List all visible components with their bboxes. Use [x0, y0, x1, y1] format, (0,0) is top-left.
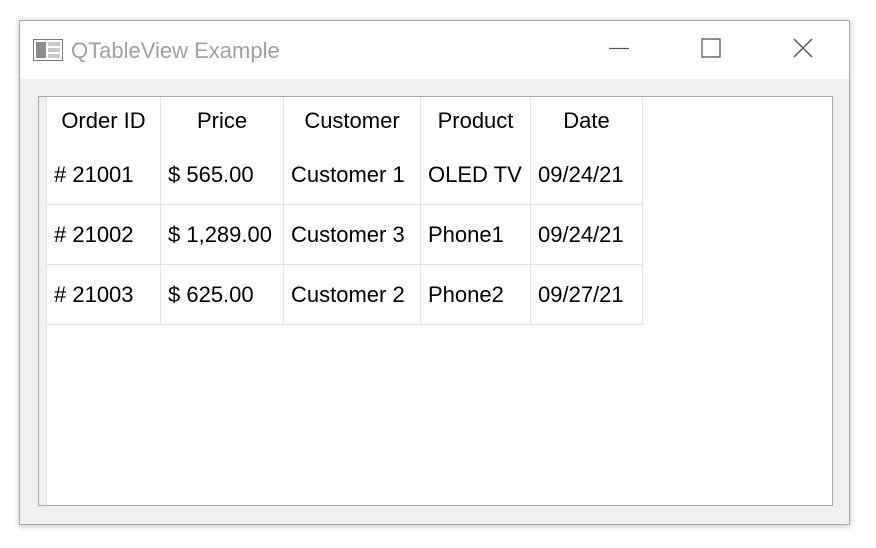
vertical-header[interactable] [39, 97, 47, 505]
window-title: QTableView Example [71, 38, 280, 63]
column-header-price[interactable]: Price [160, 97, 284, 145]
table-row[interactable]: # 21001 $ 565.00 Customer 1 OLED TV 09/2… [47, 145, 643, 205]
cell-price[interactable]: $ 565.00 [160, 145, 284, 205]
cell-price[interactable]: $ 1,289.00 [160, 204, 284, 265]
cell-order-id[interactable]: # 21002 [47, 204, 161, 265]
close-button[interactable] [757, 21, 849, 79]
cell-date[interactable]: 09/24/21 [530, 145, 643, 205]
cell-product[interactable]: Phone1 [420, 204, 531, 265]
column-header-customer[interactable]: Customer [283, 97, 421, 145]
close-icon [793, 38, 813, 63]
cell-customer[interactable]: Customer 3 [283, 204, 421, 265]
minimize-icon [609, 38, 629, 63]
maximize-button[interactable] [665, 21, 757, 79]
cell-product[interactable]: Phone2 [420, 264, 531, 325]
maximize-icon [701, 37, 721, 63]
table-view[interactable]: Order ID Price Customer Product Date # 2… [38, 96, 833, 506]
data-table: Order ID Price Customer Product Date # 2… [47, 97, 643, 325]
cell-customer[interactable]: Customer 1 [283, 145, 421, 205]
cell-order-id[interactable]: # 21003 [47, 264, 161, 325]
cell-date[interactable]: 09/24/21 [530, 204, 643, 265]
cell-customer[interactable]: Customer 2 [283, 264, 421, 325]
header-row: Order ID Price Customer Product Date [47, 97, 643, 145]
cell-product[interactable]: OLED TV [420, 145, 531, 205]
column-header-product[interactable]: Product [420, 97, 531, 145]
title-bar[interactable]: QTableView Example [20, 21, 849, 79]
column-header-date[interactable]: Date [530, 97, 643, 145]
minimize-button[interactable] [573, 21, 665, 79]
main-window: QTableView Example Order ID Price Custom… [19, 20, 850, 525]
column-header-order-id[interactable]: Order ID [47, 97, 161, 145]
cell-order-id[interactable]: # 21001 [47, 145, 161, 205]
app-window-icon [33, 39, 63, 61]
table-row[interactable]: # 21002 $ 1,289.00 Customer 3 Phone1 09/… [47, 204, 643, 265]
cell-price[interactable]: $ 625.00 [160, 264, 284, 325]
table-row[interactable]: # 21003 $ 625.00 Customer 2 Phone2 09/27… [47, 264, 643, 325]
cell-date[interactable]: 09/27/21 [530, 264, 643, 325]
